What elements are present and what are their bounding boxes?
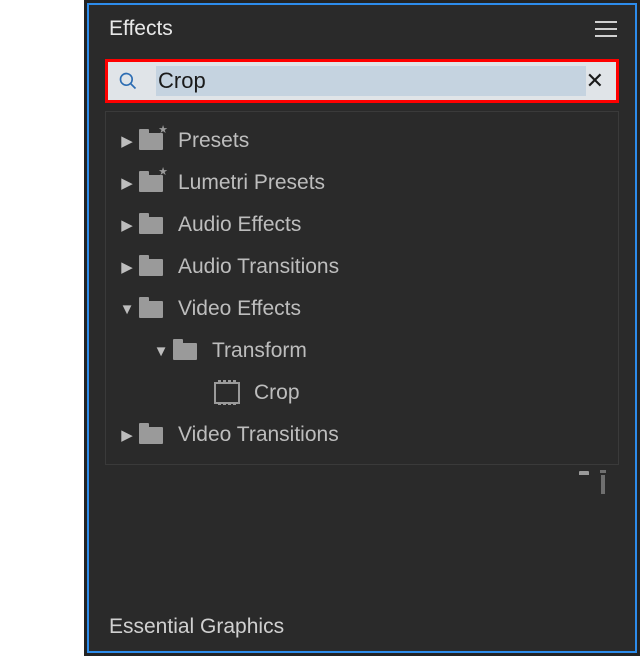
tree-item-lumetri-presets[interactable]: ▶ Lumetri Presets [106,162,618,204]
chevron-right-icon[interactable]: ▶ [116,258,138,276]
folder-icon [138,214,164,236]
effects-panel: Effects Crop ✕ ▶ Presets ▶ Lumetri Prese… [87,3,637,653]
tree-label: Audio Effects [178,213,301,237]
tree-item-video-transitions[interactable]: ▶ Video Transitions [106,414,618,456]
chevron-right-icon[interactable]: ▶ [116,426,138,444]
tree-item-transform[interactable]: ▼ Transform [106,330,618,372]
chevron-down-icon[interactable]: ▼ [116,301,138,318]
tree-item-video-effects[interactable]: ▼ Video Effects [106,288,618,330]
preset-folder-icon [138,130,164,152]
chevron-right-icon[interactable]: ▶ [116,216,138,234]
effects-search[interactable]: Crop ✕ [105,59,619,103]
panel-menu-icon[interactable] [595,21,617,37]
folder-icon [138,298,164,320]
panel-title: Effects [109,17,173,41]
clear-search-icon[interactable]: ✕ [586,70,604,92]
tree-item-audio-transitions[interactable]: ▶ Audio Transitions [106,246,618,288]
search-icon [118,71,138,91]
tree-label: Audio Transitions [178,255,339,279]
essential-graphics-label: Essential Graphics [109,615,284,639]
search-input-text[interactable]: Crop [156,66,586,96]
panel-footer [89,465,635,493]
folder-icon [172,340,198,362]
tree-item-crop[interactable]: Crop [106,372,618,414]
tree-item-audio-effects[interactable]: ▶ Audio Effects [106,204,618,246]
chevron-right-icon[interactable]: ▶ [116,174,138,192]
essential-graphics-tab[interactable]: Essential Graphics [109,607,629,647]
folder-icon [138,256,164,278]
chevron-down-icon[interactable]: ▼ [150,343,172,360]
tree-label: Transform [212,339,307,363]
effect-icon [214,382,240,404]
effects-panel-frame: Effects Crop ✕ ▶ Presets ▶ Lumetri Prese… [84,0,640,656]
tree-label: Crop [254,381,300,405]
delete-icon[interactable] [601,475,605,493]
tree-label: Video Effects [178,297,301,321]
tree-item-presets[interactable]: ▶ Presets [106,120,618,162]
panel-header: Effects [89,5,635,53]
tree-label: Lumetri Presets [178,171,325,195]
effects-tree: ▶ Presets ▶ Lumetri Presets ▶ Audio Effe… [105,111,619,465]
preset-folder-icon [138,172,164,194]
chevron-right-icon[interactable]: ▶ [116,132,138,150]
tree-label: Presets [178,129,249,153]
tree-label: Video Transitions [178,423,339,447]
folder-icon [138,424,164,446]
